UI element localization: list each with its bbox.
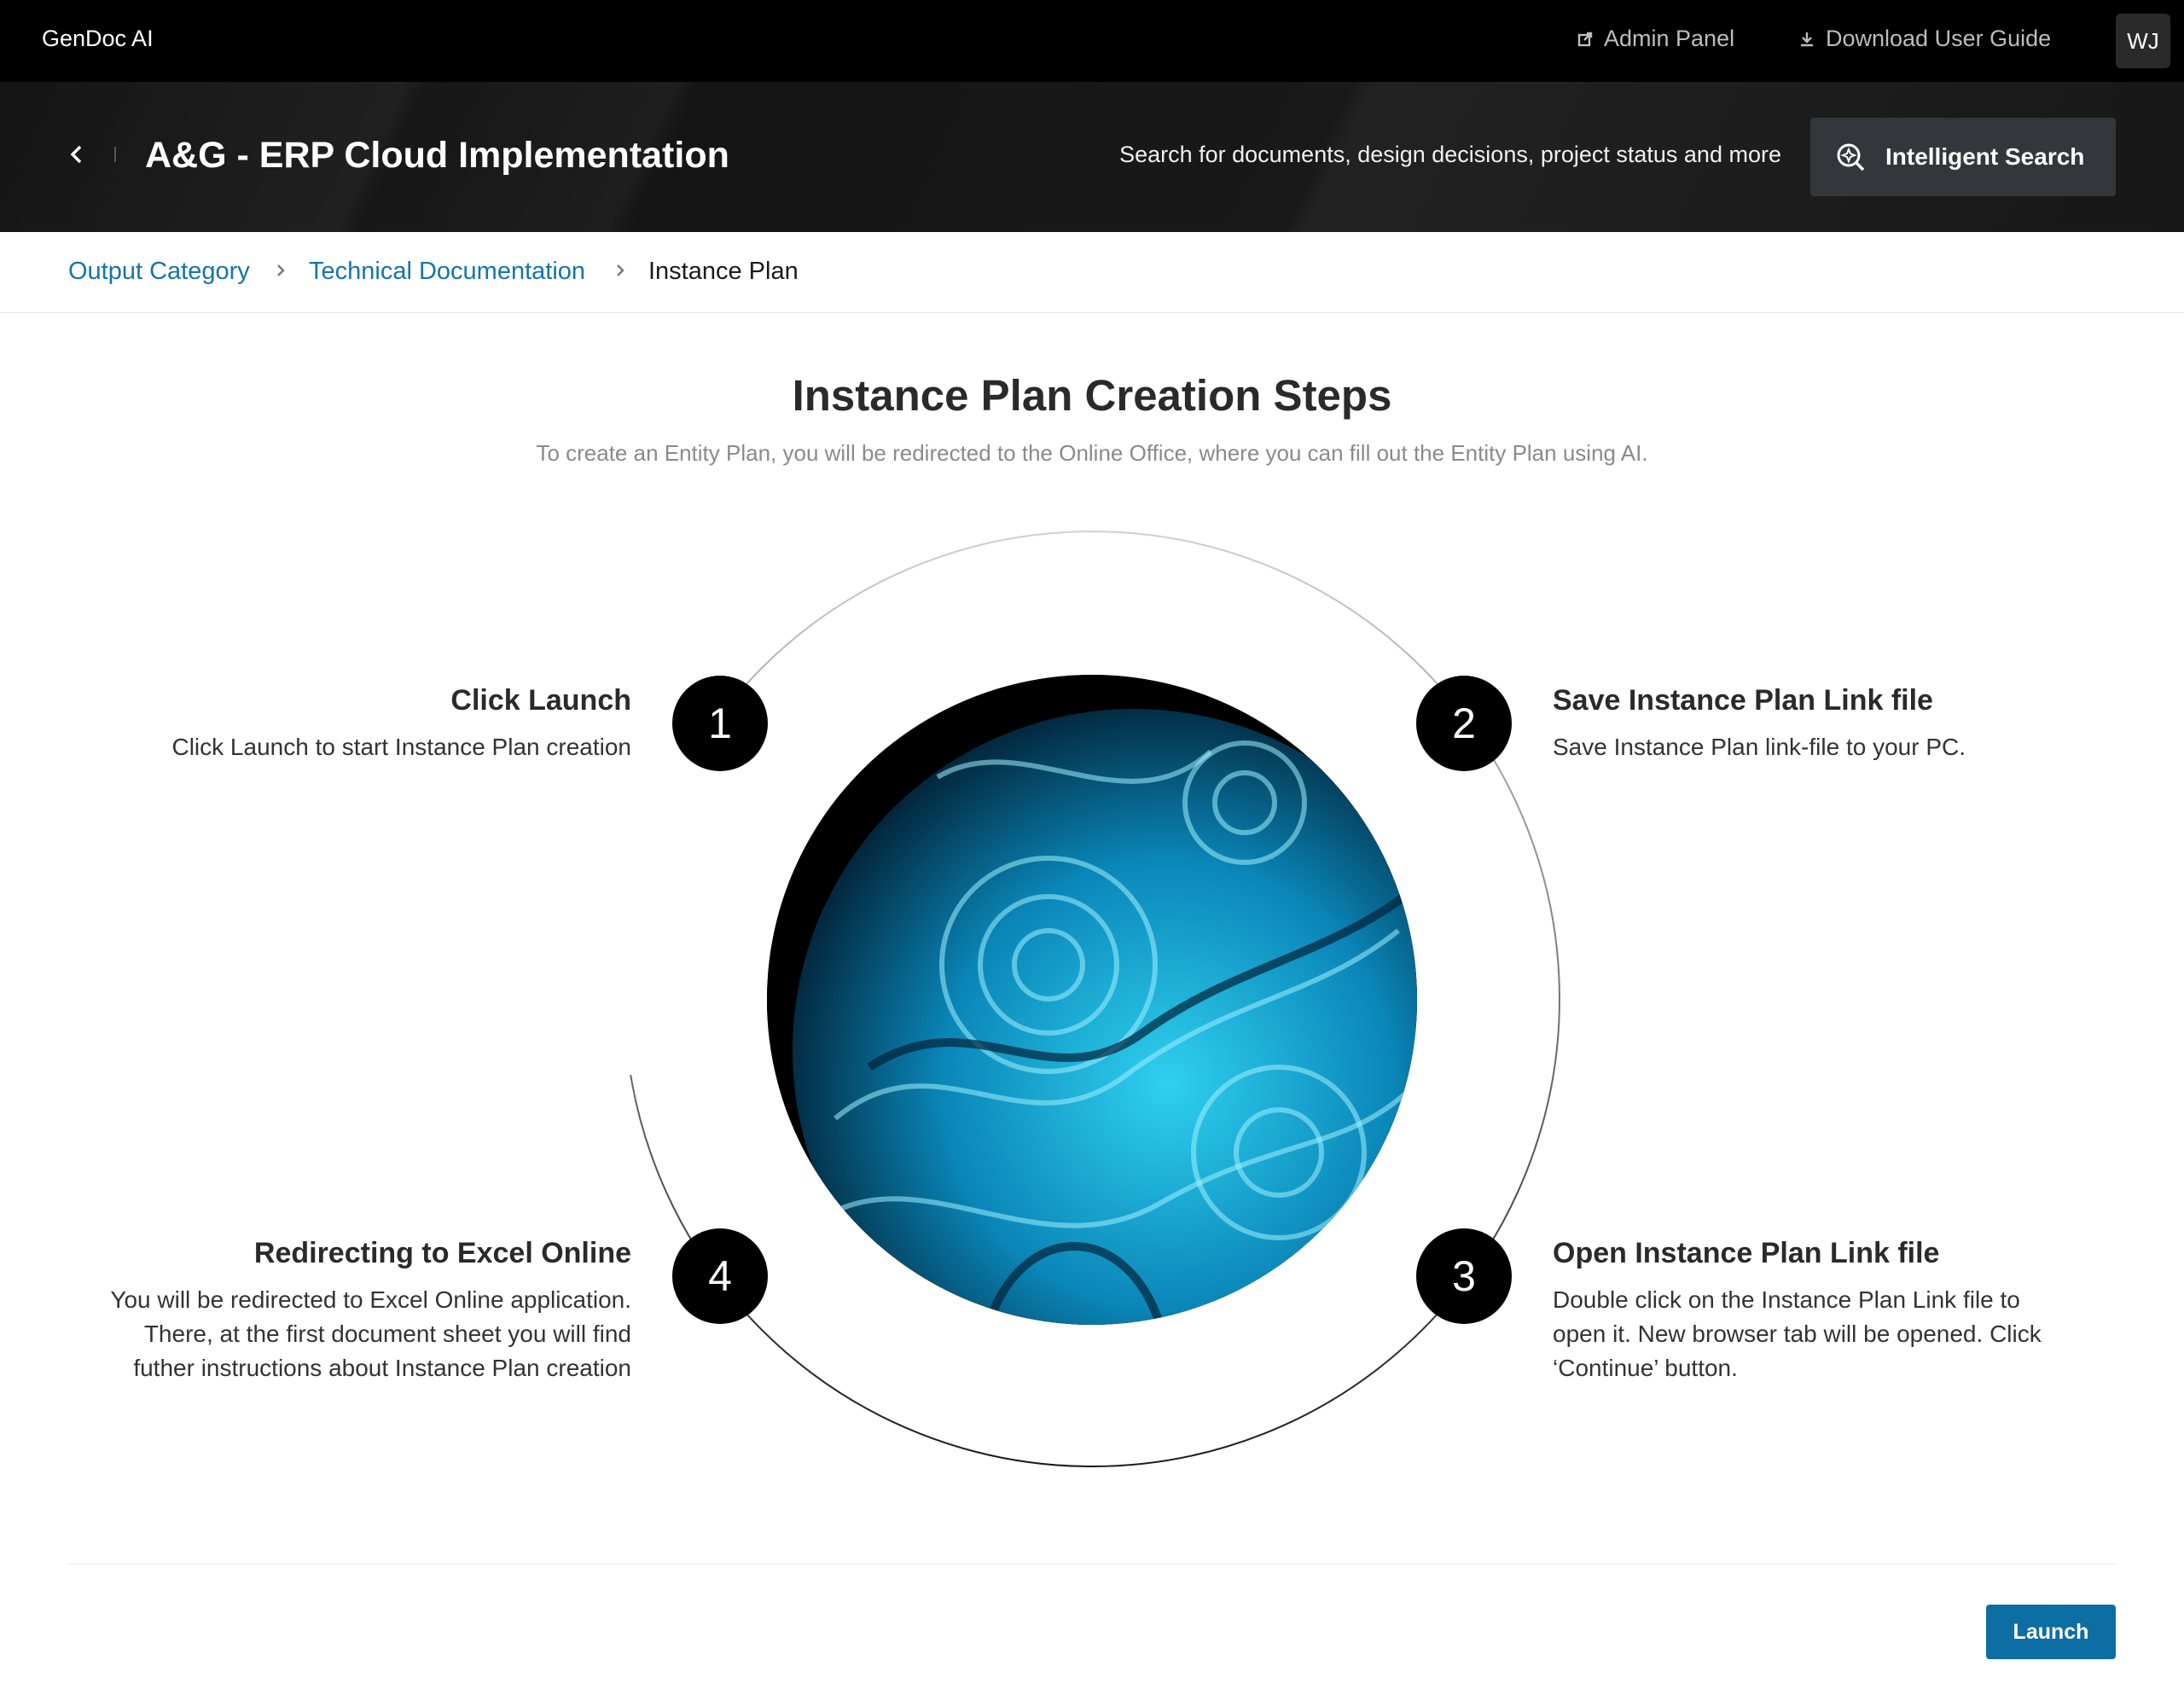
project-header: A&G - ERP Cloud Implementation Search fo… <box>0 82 2184 232</box>
step-3-badge: 3 <box>1416 1228 1512 1324</box>
step-2-badge: 2 <box>1416 676 1512 771</box>
abstract-orb-image <box>767 675 1417 1325</box>
external-link-icon <box>1577 32 1593 46</box>
chevron-right-icon <box>277 264 285 276</box>
user-avatar[interactable]: WJ <box>2116 14 2170 68</box>
step-4-badge: 4 <box>672 1228 768 1324</box>
top-bar: GenDoc AI Admin Panel Download User Guid… <box>0 0 2184 82</box>
step-4-title: Redirecting to Excel Online <box>253 1237 631 1269</box>
project-title: A&G - ERP Cloud Implementation <box>145 135 729 176</box>
breadcrumb-technical-documentation[interactable]: Technical Documentation <box>309 258 585 286</box>
step-1-text-line: Click Launch to start Instance Plan crea… <box>171 734 631 760</box>
breadcrumb-current: Instance Plan <box>648 258 799 285</box>
page-subtitle: To create an Entity Plan, you will be re… <box>536 440 1648 466</box>
step-3-text-line: open it. New browser tab will be opened.… <box>1553 1321 2042 1347</box>
back-chevron-icon[interactable] <box>67 143 89 165</box>
step-1-title: Click Launch <box>450 684 631 717</box>
step-3-text: Double click on the Instance Plan Link f… <box>1553 1283 2042 1385</box>
app-brand[interactable]: GenDoc AI <box>42 26 154 52</box>
download-guide-label: Download User Guide <box>1826 26 2052 51</box>
search-hint: Search for documents, design decisions, … <box>1119 142 1781 167</box>
step-3-text-line: ‘Continue’ button. <box>1553 1355 1738 1381</box>
step-4-text-line: There, at the first document sheet you w… <box>143 1321 631 1347</box>
ai-search-icon <box>1837 143 1865 171</box>
chevron-right-icon <box>617 264 624 276</box>
download-guide-link[interactable]: Download User Guide <box>1798 26 2051 52</box>
intelligent-search-button[interactable]: Intelligent Search <box>1810 118 2116 196</box>
admin-panel-link[interactable]: Admin Panel <box>1577 26 1734 52</box>
step-1-badge: 1 <box>672 676 768 771</box>
step-4-text-line: futher instructions about Instance Plan … <box>133 1355 631 1381</box>
orb-artwork <box>767 675 1417 1325</box>
breadcrumb-output-category[interactable]: Output Category <box>68 258 250 286</box>
breadcrumb: Output Category Technical Documentation … <box>0 232 2184 313</box>
step-4-text-line: You will be redirected to Excel Online a… <box>110 1286 631 1313</box>
step-2-text-line: Save Instance Plan link-file to your PC. <box>1553 734 1966 760</box>
step-2-title: Save Instance Plan Link file <box>1553 684 1933 717</box>
header-divider <box>114 147 116 162</box>
page-title: Instance Plan Creation Steps <box>792 371 1392 420</box>
step-3-title: Open Instance Plan Link file <box>1553 1237 1940 1269</box>
download-icon <box>1801 32 1813 46</box>
admin-panel-label: Admin Panel <box>1604 26 1735 51</box>
footer-divider <box>68 1564 2116 1565</box>
intelligent-search-label: Intelligent Search <box>1885 143 2085 170</box>
launch-button[interactable]: Launch <box>1986 1605 2116 1659</box>
step-2-text: Save Instance Plan link-file to your PC. <box>1553 730 1966 764</box>
step-1-text: Click Launch to start Instance Plan crea… <box>171 730 631 764</box>
step-4-text: You will be redirected to Excel Online a… <box>110 1283 631 1385</box>
step-3-text-line: Double click on the Instance Plan Link f… <box>1553 1286 2020 1313</box>
